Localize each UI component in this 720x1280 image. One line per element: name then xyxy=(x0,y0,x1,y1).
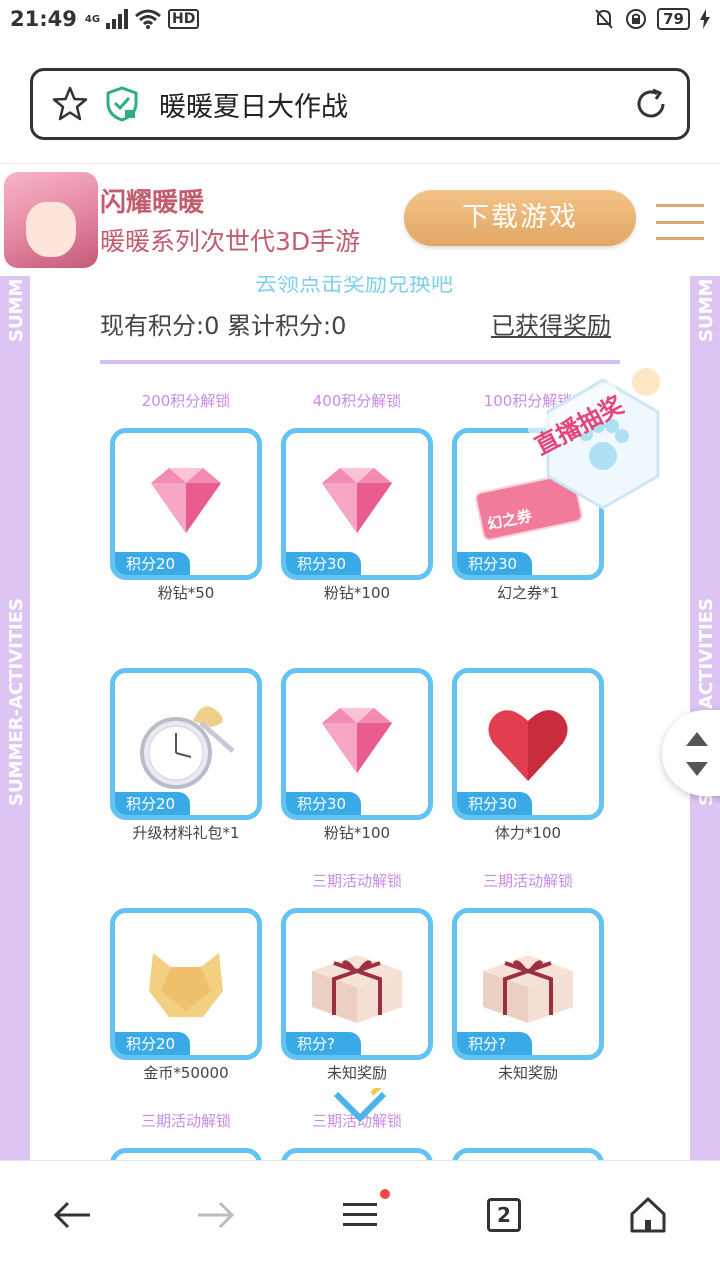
points-badge: 积分30 xyxy=(457,792,532,815)
reward-name: 粉钻*50 xyxy=(157,584,215,602)
live-lottery-widget[interactable]: 直播抽奖 xyxy=(526,360,678,530)
status-right: 79 xyxy=(593,8,710,30)
reward-card[interactable]: 积分20 xyxy=(110,428,262,580)
unlock-label: 三期活动解锁 xyxy=(140,1112,231,1130)
signal-icon xyxy=(106,9,129,29)
points-summary: 现有积分:0 累计积分:0 xyxy=(100,312,347,340)
reward-name: 未知奖励 xyxy=(497,1064,558,1082)
network-type: 4G xyxy=(84,13,101,25)
reward-card[interactable]: 积分30 xyxy=(281,428,433,580)
points-badge: 积分20 xyxy=(115,552,190,575)
partial-heading: 去领点击奖励兑换吧 xyxy=(255,276,454,297)
gift-box-icon xyxy=(312,955,402,1023)
arrow-left-icon xyxy=(53,1201,90,1229)
strip-text-top-right: SUMM xyxy=(696,278,717,342)
tabs-button[interactable]: 2 xyxy=(480,1191,528,1239)
scroll-down-chevron-icon[interactable] xyxy=(332,1088,388,1124)
status-bar: 21:49 4G HD 79 xyxy=(0,0,720,38)
points-badge: 积分? xyxy=(286,1032,361,1055)
wifi-icon xyxy=(135,9,161,29)
back-button[interactable] xyxy=(48,1191,96,1239)
game-app-icon[interactable] xyxy=(4,172,98,268)
scroll-up-icon[interactable] xyxy=(686,732,708,746)
clock: 21:49 xyxy=(10,7,77,31)
reward-name: 幻之券*1 xyxy=(496,584,560,602)
points-badge: 积分20 xyxy=(115,1032,190,1055)
browser-bottom-nav: 2 xyxy=(0,1160,720,1280)
menu-lines-icon xyxy=(343,1203,377,1226)
page-title: 暖暖夏日大作战 xyxy=(159,91,348,123)
unlock-label: 200积分解锁 xyxy=(141,392,231,410)
reward-card[interactable] xyxy=(452,1148,604,1160)
gift-box-icon xyxy=(483,955,573,1023)
unlock-label: 三期活动解锁 xyxy=(482,872,573,890)
notification-dot xyxy=(380,1189,390,1199)
pink-diamond-icon xyxy=(322,708,392,773)
hd-icon: HD xyxy=(168,9,200,29)
strip-text-top: SUMM xyxy=(6,278,27,342)
home-icon xyxy=(630,1197,666,1233)
pink-diamond-icon xyxy=(322,468,392,533)
left-decor-strip: SUMM SUMMER-ACTIVITIES xyxy=(0,276,30,1160)
download-game-button[interactable]: 下载游戏 xyxy=(404,190,636,246)
reward-card[interactable]: 积分20 xyxy=(110,668,262,820)
pink-diamond-icon xyxy=(151,468,221,533)
reward-card[interactable] xyxy=(281,1148,433,1160)
menu-button[interactable] xyxy=(336,1191,384,1239)
signal-icons: 4G HD xyxy=(85,8,200,30)
game-ad-banner[interactable]: 闪耀暖暖 暖暖系列次世代3D手游 下载游戏 xyxy=(0,163,720,275)
character-face xyxy=(26,202,76,257)
reward-card[interactable]: 积分20 xyxy=(110,908,262,1060)
reload-icon[interactable] xyxy=(633,86,669,122)
reward-name: 体力*100 xyxy=(494,824,562,842)
reward-name: 未知奖励 xyxy=(326,1064,387,1082)
reward-card[interactable]: 积分? xyxy=(452,908,604,1060)
earned-rewards-link[interactable]: 已获得奖励 xyxy=(491,306,611,341)
reward-name: 升级材料礼包*1 xyxy=(132,824,240,842)
forward-button[interactable] xyxy=(192,1191,240,1239)
strip-text-main: SUMMER-ACTIVITIES xyxy=(6,597,27,806)
points-badge: 积分30 xyxy=(286,792,361,815)
home-button[interactable] xyxy=(624,1191,672,1239)
unlock-label: 400积分解锁 xyxy=(312,392,402,410)
points-badge: 积分30 xyxy=(286,552,361,575)
scroll-down-icon[interactable] xyxy=(686,762,708,776)
gold-coin-icon xyxy=(149,953,223,1017)
bookmark-star-icon[interactable] xyxy=(51,85,89,123)
tabs-count: 2 xyxy=(487,1198,521,1232)
arrow-right-icon xyxy=(198,1201,235,1229)
points-badge: 积分30 xyxy=(457,552,532,575)
charging-icon xyxy=(700,9,710,29)
browser-screen: 21:49 4G HD 79 暖暖夏日大作战 闪耀暖暖 暖暖系列次世代3D手游 … xyxy=(0,0,720,1280)
red-heart-icon xyxy=(488,710,568,781)
address-bar[interactable]: 暖暖夏日大作战 xyxy=(30,68,690,140)
pocket-watch-icon xyxy=(140,706,235,789)
reward-card[interactable]: 积分? xyxy=(281,908,433,1060)
battery-indicator: 79 xyxy=(657,8,690,30)
reward-name: 金币*50000 xyxy=(143,1064,229,1082)
app-subtitle: 暖暖系列次世代3D手游 xyxy=(100,227,361,256)
rotation-lock-icon xyxy=(626,9,647,29)
reward-card[interactable]: 积分30 xyxy=(281,668,433,820)
reward-card[interactable]: 积分30 xyxy=(452,668,604,820)
points-badge: 积分20 xyxy=(115,792,190,815)
points-badge: 积分? xyxy=(457,1032,532,1055)
unlock-label: 三期活动解锁 xyxy=(311,872,402,890)
reward-name: 粉钻*100 xyxy=(323,584,391,602)
mute-bell-icon xyxy=(595,9,613,29)
app-name: 闪耀暖暖 xyxy=(100,188,205,218)
security-shield-icon xyxy=(106,86,138,122)
reward-name: 粉钻*100 xyxy=(323,824,391,842)
reward-card[interactable] xyxy=(110,1148,262,1160)
menu-icon[interactable] xyxy=(656,204,704,240)
